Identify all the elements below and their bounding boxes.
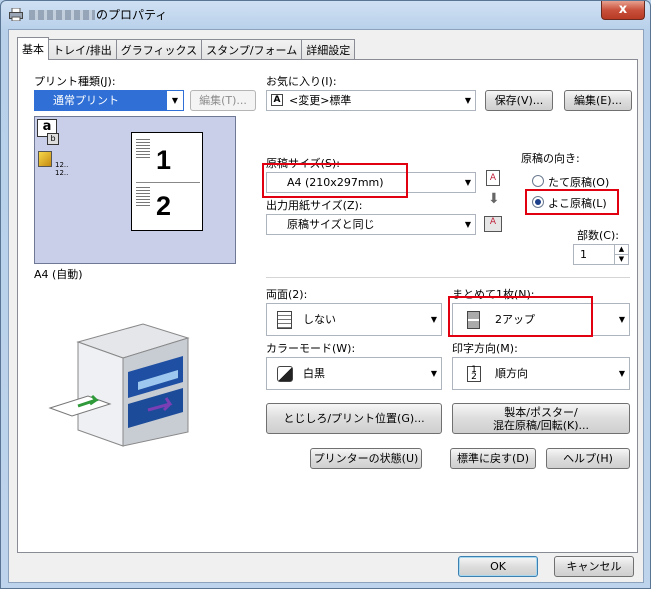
print-direction-label: 印字方向(M): xyxy=(452,342,518,355)
tab-strip: 基本 トレイ/排出 グラフィックス スタンプ/フォーム 詳細設定 xyxy=(17,37,356,60)
thumb-text-1: 12.. xyxy=(55,161,69,169)
booklet-poster-button[interactable]: 製本/ポスター/ 混在原稿/回転(K)... xyxy=(452,403,630,434)
output-size-select[interactable]: 原稿サイズと同じ ▼ xyxy=(266,214,476,235)
chevron-down-icon: ▼ xyxy=(464,96,471,105)
dialog-body: 基本 トレイ/排出 グラフィックス スタンプ/フォーム 詳細設定 プリント種類(… xyxy=(8,29,644,583)
favorites-select[interactable]: A <変更>標準 ▼ xyxy=(266,90,476,111)
tab-tray-output[interactable]: トレイ/排出 xyxy=(48,39,117,59)
color-mode-value: 白黒 xyxy=(303,367,325,380)
print-type-edit-button[interactable]: 編集(T)... xyxy=(190,90,256,111)
tab-graphics[interactable]: グラフィックス xyxy=(115,39,203,59)
tab-stamp-form[interactable]: スタンプ/フォーム xyxy=(201,39,303,59)
layout-preview: a b 12.. 12.. 1 2 xyxy=(34,116,236,264)
title-bar[interactable]: のプロパティ x xyxy=(1,1,650,29)
copies-spinner[interactable]: 1 ▲ ▼ xyxy=(573,244,629,265)
duplex-value: しない xyxy=(303,313,336,326)
output-size-value: 原稿サイズと同じ xyxy=(287,218,375,231)
copies-value: 1 xyxy=(580,248,587,261)
tab-advanced[interactable]: 詳細設定 xyxy=(301,39,356,59)
orientation-highlight xyxy=(525,189,619,215)
output-paper-icon: A xyxy=(484,216,502,232)
color-mode-select[interactable]: 白黒 ▼ xyxy=(266,357,442,390)
booklet-line-1: 製本/ポスター/ xyxy=(504,406,578,419)
duplex-icon xyxy=(277,311,292,329)
preview-page-1: 1 xyxy=(156,145,172,175)
print-direction-value: 順方向 xyxy=(495,367,528,380)
help-button[interactable]: ヘルプ(H) xyxy=(546,448,630,469)
page-order-icon: 12 xyxy=(467,366,481,382)
preview-caption: A4 (自動) xyxy=(34,268,83,281)
printer-status-button[interactable]: プリンターの状態(U) xyxy=(310,448,422,469)
favorites-save-button[interactable]: 保存(V)... xyxy=(485,90,553,111)
print-type-value: 通常プリント xyxy=(53,94,119,107)
chevron-down-icon: ▼ xyxy=(430,315,437,324)
printer-properties-window: のプロパティ x 基本 トレイ/排出 グラフィックス スタンプ/フォーム 詳細設… xyxy=(0,0,651,589)
duplex-select[interactable]: しない ▼ xyxy=(266,303,442,336)
chevron-down-icon: ▼ xyxy=(618,369,625,378)
original-paper-icon: A xyxy=(486,170,500,186)
favorites-value: <変更>標準 xyxy=(289,94,352,107)
printer-illustration xyxy=(48,323,190,447)
thumbnail-icon: b xyxy=(47,133,59,145)
copies-label: 部数(C): xyxy=(577,229,619,242)
print-type-select[interactable]: 通常プリント ▼ xyxy=(34,90,184,111)
print-direction-select[interactable]: 12 順方向 ▼ xyxy=(452,357,630,390)
preview-page-2: 2 xyxy=(156,191,172,221)
blurred-printer-name xyxy=(29,10,95,20)
binding-position-button[interactable]: とじしろ/プリント位置(G)... xyxy=(266,403,442,434)
original-size-highlight xyxy=(262,163,408,198)
arrow-down-icon: ⬇ xyxy=(488,191,500,207)
duplex-label: 両面(2): xyxy=(266,288,308,301)
preview-sheet: 1 2 xyxy=(131,132,203,231)
chevron-down-icon: ▼ xyxy=(464,220,471,229)
favorite-a-icon: A xyxy=(271,94,283,106)
orientation-portrait-label[interactable]: たて原稿(O) xyxy=(548,174,609,190)
restore-defaults-button[interactable]: 標準に戻す(D) xyxy=(450,448,536,469)
printer-icon xyxy=(9,8,23,21)
chevron-down-icon: ▼ xyxy=(618,315,625,324)
booklet-line-2: 混在原稿/回転(K)... xyxy=(493,419,589,432)
chevron-down-icon: ▼ xyxy=(430,369,437,378)
favorites-label: お気に入り(I): xyxy=(266,75,337,88)
cancel-button[interactable]: キャンセル xyxy=(554,556,634,577)
basic-tab-panel: プリント種類(J): 通常プリント ▼ 編集(T)... お気に入り(I): A… xyxy=(17,59,638,553)
nup-highlight xyxy=(448,296,593,337)
close-button[interactable]: x xyxy=(601,1,645,20)
color-mode-label: カラーモード(W): xyxy=(266,342,356,355)
orientation-portrait-radio[interactable] xyxy=(532,175,544,187)
favorites-edit-button[interactable]: 編集(E)... xyxy=(564,90,632,111)
thumb-text-2: 12.. xyxy=(55,169,69,177)
window-title: のプロパティ xyxy=(96,8,168,22)
monochrome-icon xyxy=(277,366,293,382)
chevron-down-icon: ▼ xyxy=(464,178,471,187)
output-size-label: 出力用紙サイズ(Z): xyxy=(266,199,363,212)
preview-lines xyxy=(136,187,150,207)
tab-basic[interactable]: 基本 xyxy=(17,37,49,60)
spin-up-icon[interactable]: ▲ xyxy=(614,245,628,255)
print-type-label: プリント種類(J): xyxy=(34,75,116,88)
spin-down-icon[interactable]: ▼ xyxy=(614,255,628,264)
copies-stack-icon xyxy=(38,151,52,167)
section-divider xyxy=(266,277,630,278)
chevron-down-icon: ▼ xyxy=(167,91,183,110)
ok-button[interactable]: OK xyxy=(458,556,538,577)
orientation-label: 原稿の向き: xyxy=(521,152,580,165)
preview-lines xyxy=(136,139,150,159)
